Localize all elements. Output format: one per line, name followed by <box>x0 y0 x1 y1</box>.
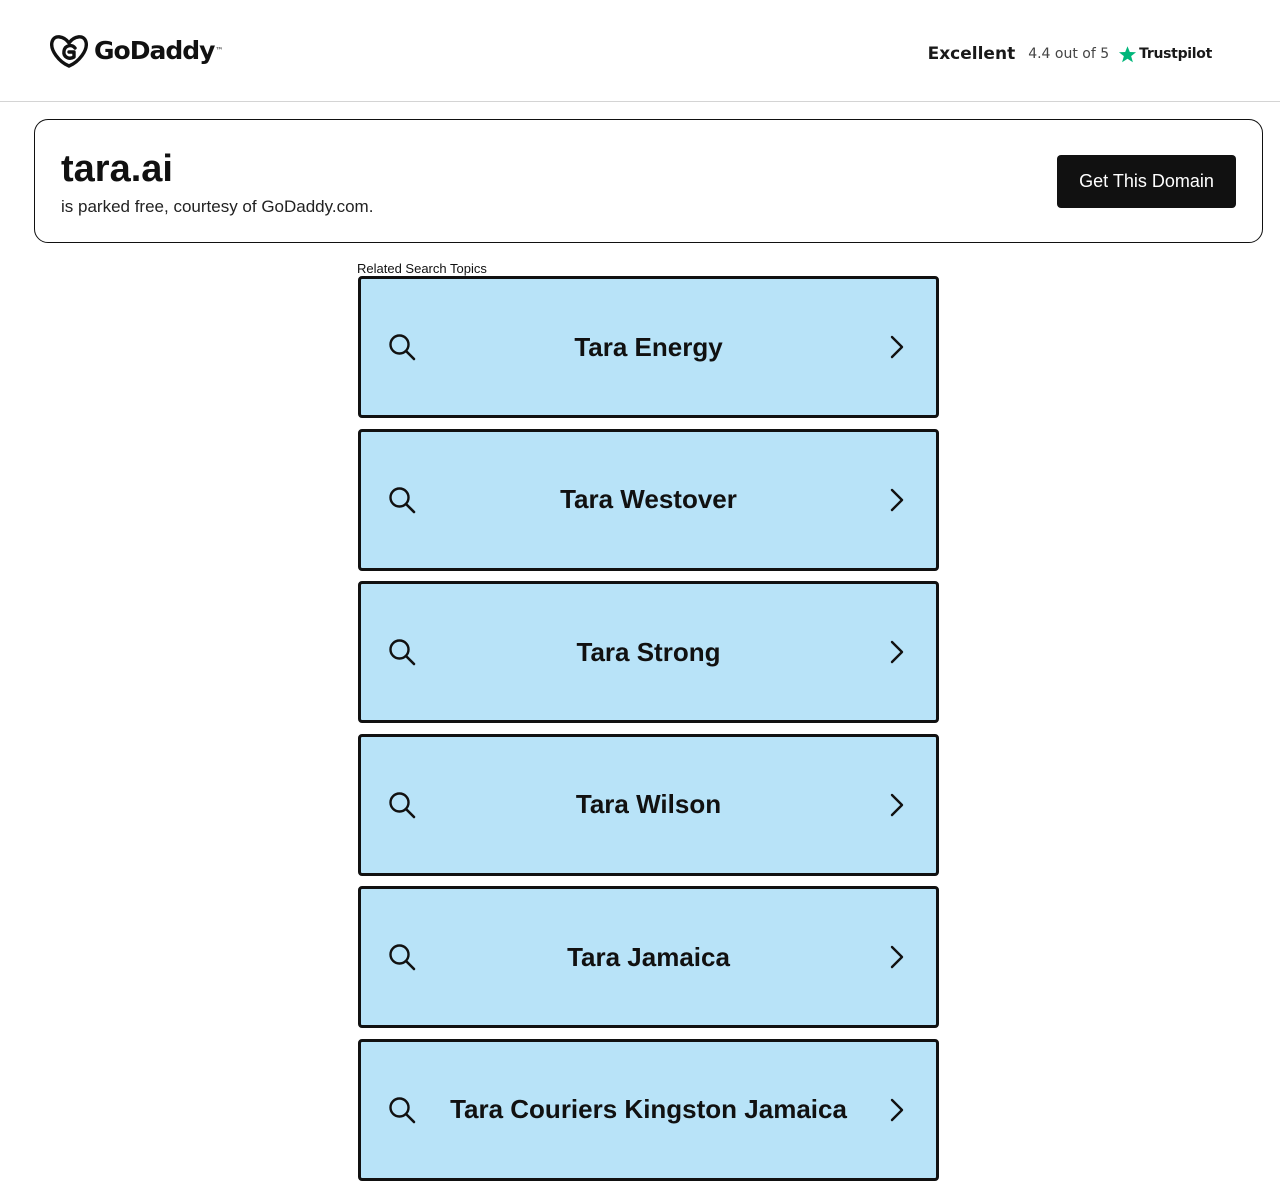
related-search-topics-label: Related Search Topics <box>357 261 487 276</box>
domain-name: tara.ai <box>61 148 173 190</box>
topic-tara-jamaica[interactable]: Tara Jamaica <box>358 886 939 1028</box>
trademark-mark: ™ <box>215 46 224 55</box>
topic-label: Tara Strong <box>576 636 721 667</box>
topic-tara-energy[interactable]: Tara Energy <box>358 276 939 418</box>
chevron-right-icon <box>890 335 904 359</box>
godaddy-logo-text: GoDaddy <box>94 36 215 65</box>
chevron-right-icon <box>890 1098 904 1121</box>
topic-tara-westover[interactable]: Tara Westover <box>358 428 939 571</box>
topic-label: Tara Couriers Kingston Jamaica <box>450 1094 847 1124</box>
search-icon <box>389 1096 416 1123</box>
godaddy-logo-icon <box>50 35 88 68</box>
search-icon <box>389 791 416 818</box>
topic-tara-couriers-kingston-jamaica[interactable]: Tara Couriers Kingston Jamaica <box>358 1038 939 1181</box>
rating-score: 4.4 out of 5 <box>1028 46 1110 62</box>
trustpilot-brand: Trustpilot <box>1139 46 1212 62</box>
trustpilot-star-icon <box>1119 45 1137 62</box>
chevron-right-icon <box>890 488 904 511</box>
search-icon <box>389 486 416 513</box>
search-icon <box>389 944 416 971</box>
chevron-right-icon <box>890 793 904 816</box>
topic-label: Tara Energy <box>574 331 723 362</box>
get-this-domain-button[interactable]: Get This Domain <box>1057 155 1236 208</box>
topic-label: Tara Wilson <box>575 789 722 819</box>
topic-label: Tara Jamaica <box>567 941 730 972</box>
chevron-right-icon <box>890 640 904 664</box>
rating-word: Excellent <box>927 44 1016 64</box>
related-topics-list: Tara Energy Tara Westover Tara Strong Ta… <box>358 276 939 1191</box>
domain-card: tara.ai is parked free, courtesy of GoDa… <box>34 119 1263 243</box>
topic-tara-strong[interactable]: Tara Strong <box>358 581 939 723</box>
top-header: GoDaddy ™ Excellent 4.4 out of 5 Trustpil… <box>0 0 1280 102</box>
search-icon <box>389 334 416 361</box>
chevron-right-icon <box>890 945 904 969</box>
domain-parked-subtitle: is parked free, courtesy of GoDaddy.com. <box>61 197 374 216</box>
topic-tara-wilson[interactable]: Tara Wilson <box>358 733 939 876</box>
topic-label: Tara Westover <box>560 484 737 514</box>
trustpilot-rating[interactable]: Excellent 4.4 out of 5 Trustpilot <box>927 40 1213 68</box>
godaddy-logo[interactable]: GoDaddy ™ <box>50 32 223 70</box>
search-icon <box>389 639 416 666</box>
